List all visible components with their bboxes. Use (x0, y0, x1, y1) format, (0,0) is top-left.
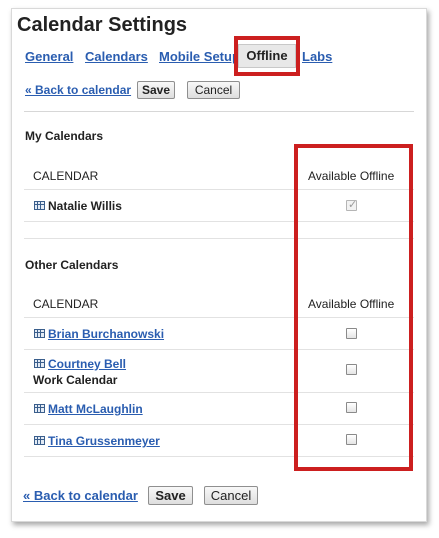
calendar-icon (34, 404, 45, 413)
tab-calendars[interactable]: Calendars (85, 49, 148, 64)
back-to-calendar-link[interactable]: « Back to calendar (23, 488, 138, 503)
my-calendars-heading: My Calendars (25, 129, 104, 143)
calendar-link-matt-mclaughlin[interactable]: Matt McLaughlin (48, 402, 143, 416)
bottom-action-bar: « Back to calendar Save Cancel (23, 486, 258, 505)
other-calendars-heading: Other Calendars (25, 258, 119, 272)
offline-column-highlight (294, 144, 413, 471)
save-button[interactable]: Save (148, 486, 193, 505)
calendar-icon (34, 436, 45, 445)
tab-mobile-setup[interactable]: Mobile Setup (159, 49, 240, 64)
tab-general[interactable]: General (25, 49, 73, 64)
calendar-column-header: CALENDAR (33, 169, 99, 183)
calendar-icon (34, 359, 45, 368)
calendar-link-courtney-bell[interactable]: Courtney Bell (48, 357, 126, 371)
offline-tab-highlight (234, 36, 300, 76)
back-to-calendar-link[interactable]: « Back to calendar (25, 83, 131, 97)
calendar-link-brian-burchanowski[interactable]: Brian Burchanowski (48, 327, 164, 341)
cancel-button[interactable]: Cancel (204, 486, 258, 505)
calendar-link-tina-grussenmeyer[interactable]: Tina Grussenmeyer (48, 434, 160, 448)
divider (24, 111, 414, 112)
tab-labs[interactable]: Labs (302, 49, 332, 64)
calendar-subtitle: Work Calendar (33, 373, 118, 387)
calendar-icon (34, 329, 45, 338)
calendar-name: Natalie Willis (48, 199, 122, 213)
calendar-icon (34, 201, 45, 210)
top-action-bar: « Back to calendar Save Cancel (25, 81, 240, 99)
cancel-button[interactable]: Cancel (187, 81, 240, 99)
page-title: Calendar Settings (17, 14, 188, 36)
calendar-column-header: CALENDAR (33, 297, 99, 311)
save-button[interactable]: Save (137, 81, 175, 99)
